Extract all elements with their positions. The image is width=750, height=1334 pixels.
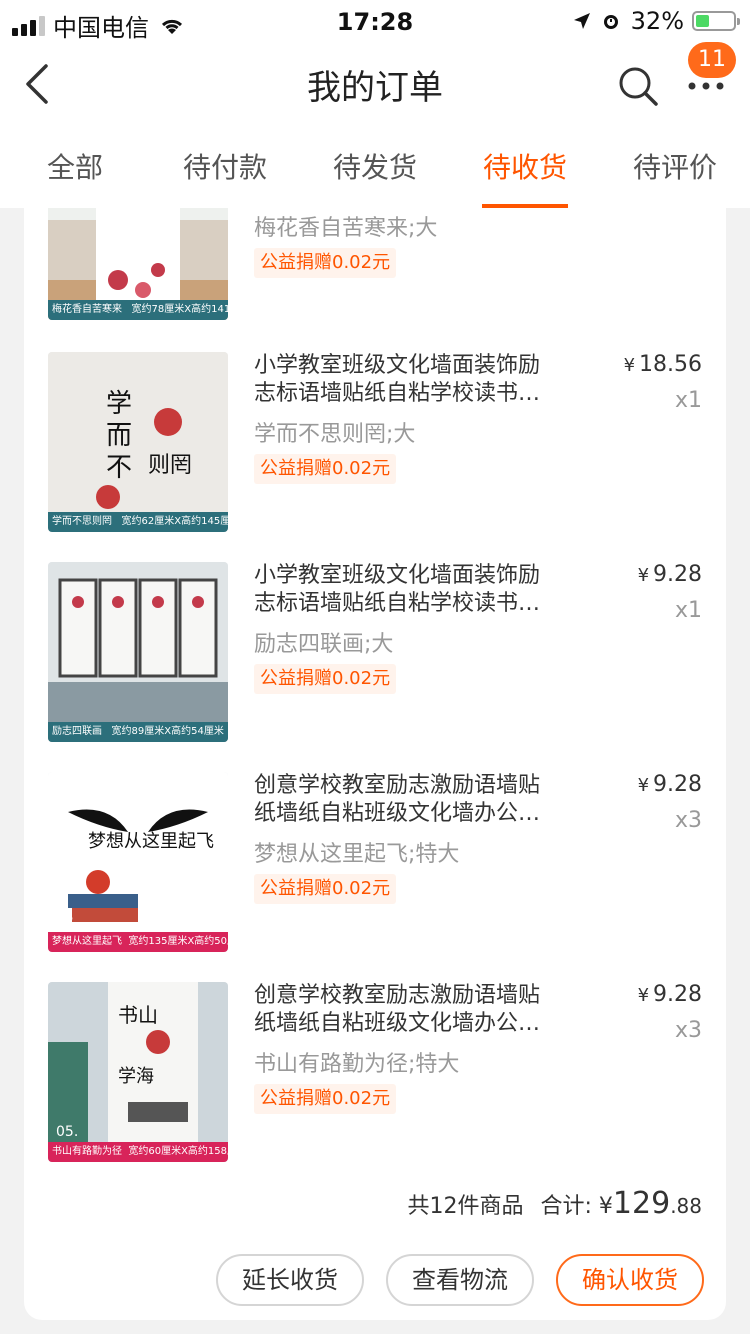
image-caption: 梅花香自苦寒来 宽约78厘米X高约141厘米	[52, 304, 228, 315]
product-image: 学 而 不 则罔 学而不思则罔 宽约62厘米X高约145厘米	[48, 352, 228, 532]
tab-pending-shipment[interactable]: 待发货	[300, 128, 450, 208]
item-spec: 书山有路勤为径;特大	[254, 1052, 460, 1077]
image-caption: 励志四联画 宽约89厘米X高约54厘米	[52, 726, 224, 737]
item-spec: 学而不思则罔;大	[254, 422, 416, 447]
tab-all[interactable]: 全部	[0, 128, 150, 208]
product-image: 励志四联画 宽约89厘米X高约54厘米	[48, 562, 228, 742]
item-quantity: x3	[674, 1018, 702, 1043]
order-tabs: 全部 待付款 待发货 待收货 待评价	[0, 128, 750, 208]
item-quantity: x1	[674, 388, 702, 413]
item-title: 小学教室班级文化墙面装饰励 志标语墙贴纸自粘学校读书…	[254, 353, 541, 406]
order-card: 梅花香自苦寒来 宽约78厘米X高约141厘米 梅花香自苦寒来;大 公益捐赠0.0…	[24, 208, 726, 1320]
item-spec: 励志四联画;大	[254, 632, 394, 657]
location-icon	[573, 12, 591, 30]
donation-tag: 公益捐赠0.02元	[254, 664, 397, 694]
view-logistics-button[interactable]: 查看物流	[386, 1254, 534, 1306]
donation-tag: 公益捐赠0.02元	[254, 454, 397, 484]
svg-text:不: 不	[106, 453, 132, 483]
svg-text:而: 而	[106, 421, 132, 451]
order-summary: 共12件商品 合计: ¥129.88	[408, 1186, 703, 1221]
item-price: ¥9.28	[637, 562, 702, 587]
search-button[interactable]	[616, 64, 660, 108]
total-amount-dec: .88	[670, 1194, 702, 1218]
battery-percent: 32%	[630, 7, 684, 35]
image-caption: 梦想从这里起飞 宽约135厘米X高约50厘米	[52, 936, 228, 947]
donation-tag: 公益捐赠0.02元	[254, 248, 397, 278]
item-title: 创意学校教室励志激励语墙贴 纸墙纸自粘班级文化墙办公…	[254, 773, 541, 826]
donation-tag: 公益捐赠0.02元	[254, 874, 397, 904]
total-label: 合计:	[540, 1194, 592, 1219]
item-count: 共12件商品	[407, 1194, 524, 1219]
tab-pending-payment[interactable]: 待付款	[150, 128, 300, 208]
svg-text:梦想从这里起飞: 梦想从这里起飞	[88, 831, 214, 852]
item-quantity: x3	[674, 808, 702, 833]
svg-text:学: 学	[106, 389, 132, 419]
search-icon	[619, 67, 658, 106]
image-tag: 05.	[56, 1124, 79, 1140]
order-item[interactable]: 书山 学海 05. 书山有路勤为径 宽约60厘米X高约158厘米 创意学校教室励…	[48, 982, 702, 1162]
status-right: 32%	[573, 7, 740, 35]
tab-pending-review[interactable]: 待评价	[600, 128, 750, 208]
item-spec: 梅花香自苦寒来;大	[254, 216, 438, 241]
image-caption: 书山有路勤为径 宽约60厘米X高约158厘米	[52, 1146, 228, 1157]
item-title: 创意学校教室励志激励语墙贴 纸墙纸自粘班级文化墙办公…	[254, 983, 541, 1036]
item-quantity: x1	[674, 598, 702, 623]
total-currency: ¥	[598, 1194, 613, 1219]
status-bar: 中国电信 17:28 32%	[0, 0, 750, 42]
order-item[interactable]: 学 而 不 则罔 学而不思则罔 宽约62厘米X高约145厘米 小学教室班级文化墙…	[48, 352, 702, 532]
tab-pending-receipt[interactable]: 待收货	[450, 128, 600, 208]
product-image: 梅花香自苦寒来 宽约78厘米X高约141厘米	[48, 208, 228, 320]
image-caption: 学而不思则罔 宽约62厘米X高约145厘米	[52, 516, 228, 527]
nav-header: 我的订单 11	[0, 40, 750, 128]
order-item[interactable]: 励志四联画 宽约89厘米X高约54厘米 小学教室班级文化墙面装饰励 志标语墙贴纸…	[48, 562, 702, 742]
svg-text:书山: 书山	[118, 1003, 158, 1027]
battery-icon	[692, 11, 740, 31]
svg-text:学海: 学海	[118, 1066, 154, 1087]
message-badge: 11	[688, 42, 736, 78]
extend-receipt-button[interactable]: 延长收货	[216, 1254, 364, 1306]
order-item[interactable]: 梦想从这里起飞 12. 梦想从这里起飞 宽约135厘米X高约50厘米 创意学校教…	[48, 772, 702, 952]
product-image: 梦想从这里起飞 12. 梦想从这里起飞 宽约135厘米X高约50厘米	[48, 772, 228, 952]
image-tag: 12.	[56, 914, 79, 930]
total-amount-int: 129	[612, 1186, 671, 1221]
product-image: 书山 学海 05. 书山有路勤为径 宽约60厘米X高约158厘米	[48, 982, 228, 1162]
item-price: ¥18.56	[623, 352, 702, 377]
donation-tag: 公益捐赠0.02元	[254, 1084, 397, 1114]
item-price: ¥9.28	[637, 772, 702, 797]
order-item[interactable]: 梅花香自苦寒来 宽约78厘米X高约141厘米 梅花香自苦寒来;大 公益捐赠0.0…	[48, 208, 702, 320]
item-spec: 梦想从这里起飞;特大	[254, 842, 460, 867]
item-title: 小学教室班级文化墙面装饰励 志标语墙贴纸自粘学校读书…	[254, 563, 541, 616]
svg-text:则罔: 则罔	[148, 453, 192, 478]
item-price: ¥9.28	[637, 982, 702, 1007]
confirm-receipt-button[interactable]: 确认收货	[556, 1254, 704, 1306]
alarm-icon	[601, 11, 621, 31]
